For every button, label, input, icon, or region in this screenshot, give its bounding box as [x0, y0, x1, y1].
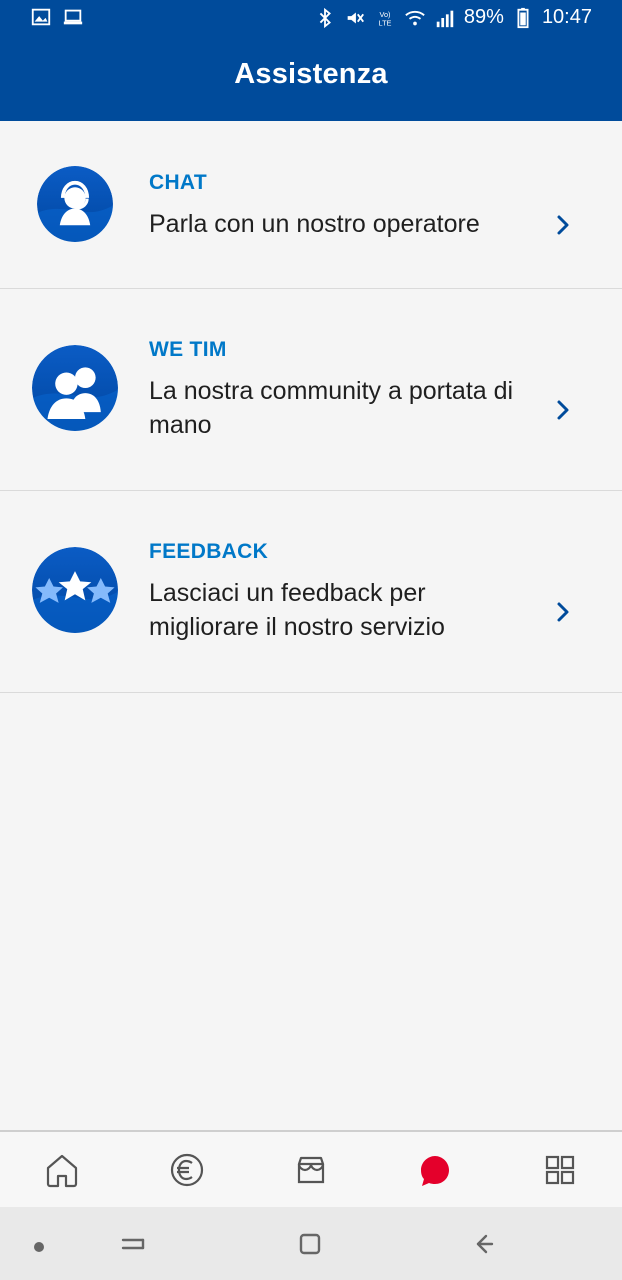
we-tim-kicker: WE TIM — [149, 338, 227, 361]
support-options-list: CHAT Parla con un nostro operatore WE TI… — [0, 121, 622, 693]
chat-operator-icon — [37, 166, 113, 242]
volte-icon: Vo) LTE — [374, 7, 396, 29]
chat-description: Parla con un nostro operatore — [149, 210, 480, 238]
chat-kicker: CHAT — [149, 171, 207, 194]
status-bar: Vo) LTE 89% 10:47 — [0, 0, 622, 40]
feedback-description: Lasciaci un feedback per migliorare il n… — [149, 579, 445, 641]
we-tim-description: La nostra community a portata di mano — [149, 377, 514, 439]
page-title: Assistenza — [234, 58, 388, 90]
chevron-right-icon — [554, 213, 572, 237]
svg-text:LTE: LTE — [378, 18, 391, 27]
status-right: Vo) LTE 89% 10:47 — [314, 6, 592, 29]
signal-icon — [434, 7, 456, 29]
chevron-right-icon — [554, 398, 572, 422]
tab-assistenza[interactable] — [411, 1146, 459, 1194]
dot-icon — [24, 1232, 54, 1262]
tab-store[interactable] — [287, 1146, 335, 1194]
home-icon — [42, 1150, 82, 1190]
tab-more[interactable] — [536, 1146, 584, 1194]
feedback-kicker: FEEDBACK — [149, 540, 269, 563]
list-item-we-tim[interactable]: WE TIM La nostra community a portata di … — [0, 289, 622, 491]
laptop-icon — [62, 6, 84, 28]
euro-icon — [167, 1150, 207, 1190]
battery-icon — [512, 7, 534, 29]
bottom-tab-bar — [0, 1130, 622, 1207]
chat-bubble-icon — [415, 1150, 455, 1190]
home-button-icon[interactable] — [295, 1229, 325, 1259]
list-item-feedback[interactable]: FEEDBACK Lasciaci un feedback per miglio… — [0, 491, 622, 693]
system-navigation-bar — [0, 1207, 622, 1280]
status-time: 10:47 — [541, 6, 592, 28]
back-icon[interactable] — [468, 1229, 498, 1259]
top-app-bar: Vo) LTE 89% 10:47 Assistenza — [0, 0, 622, 121]
stars-icon — [32, 547, 118, 633]
chevron-right-icon — [554, 600, 572, 624]
grid-icon — [540, 1150, 580, 1190]
wifi-icon — [404, 7, 426, 29]
battery-percent: 89% — [463, 6, 504, 28]
status-left — [30, 6, 84, 28]
image-icon — [30, 6, 52, 28]
tab-home[interactable] — [38, 1146, 86, 1194]
tab-euro[interactable] — [163, 1146, 211, 1194]
recent-apps-icon[interactable] — [118, 1229, 148, 1259]
list-item-chat[interactable]: CHAT Parla con un nostro operatore — [0, 121, 622, 289]
bluetooth-icon — [314, 7, 336, 29]
mute-icon — [344, 7, 366, 29]
store-icon — [291, 1150, 331, 1190]
community-icon — [32, 345, 118, 431]
